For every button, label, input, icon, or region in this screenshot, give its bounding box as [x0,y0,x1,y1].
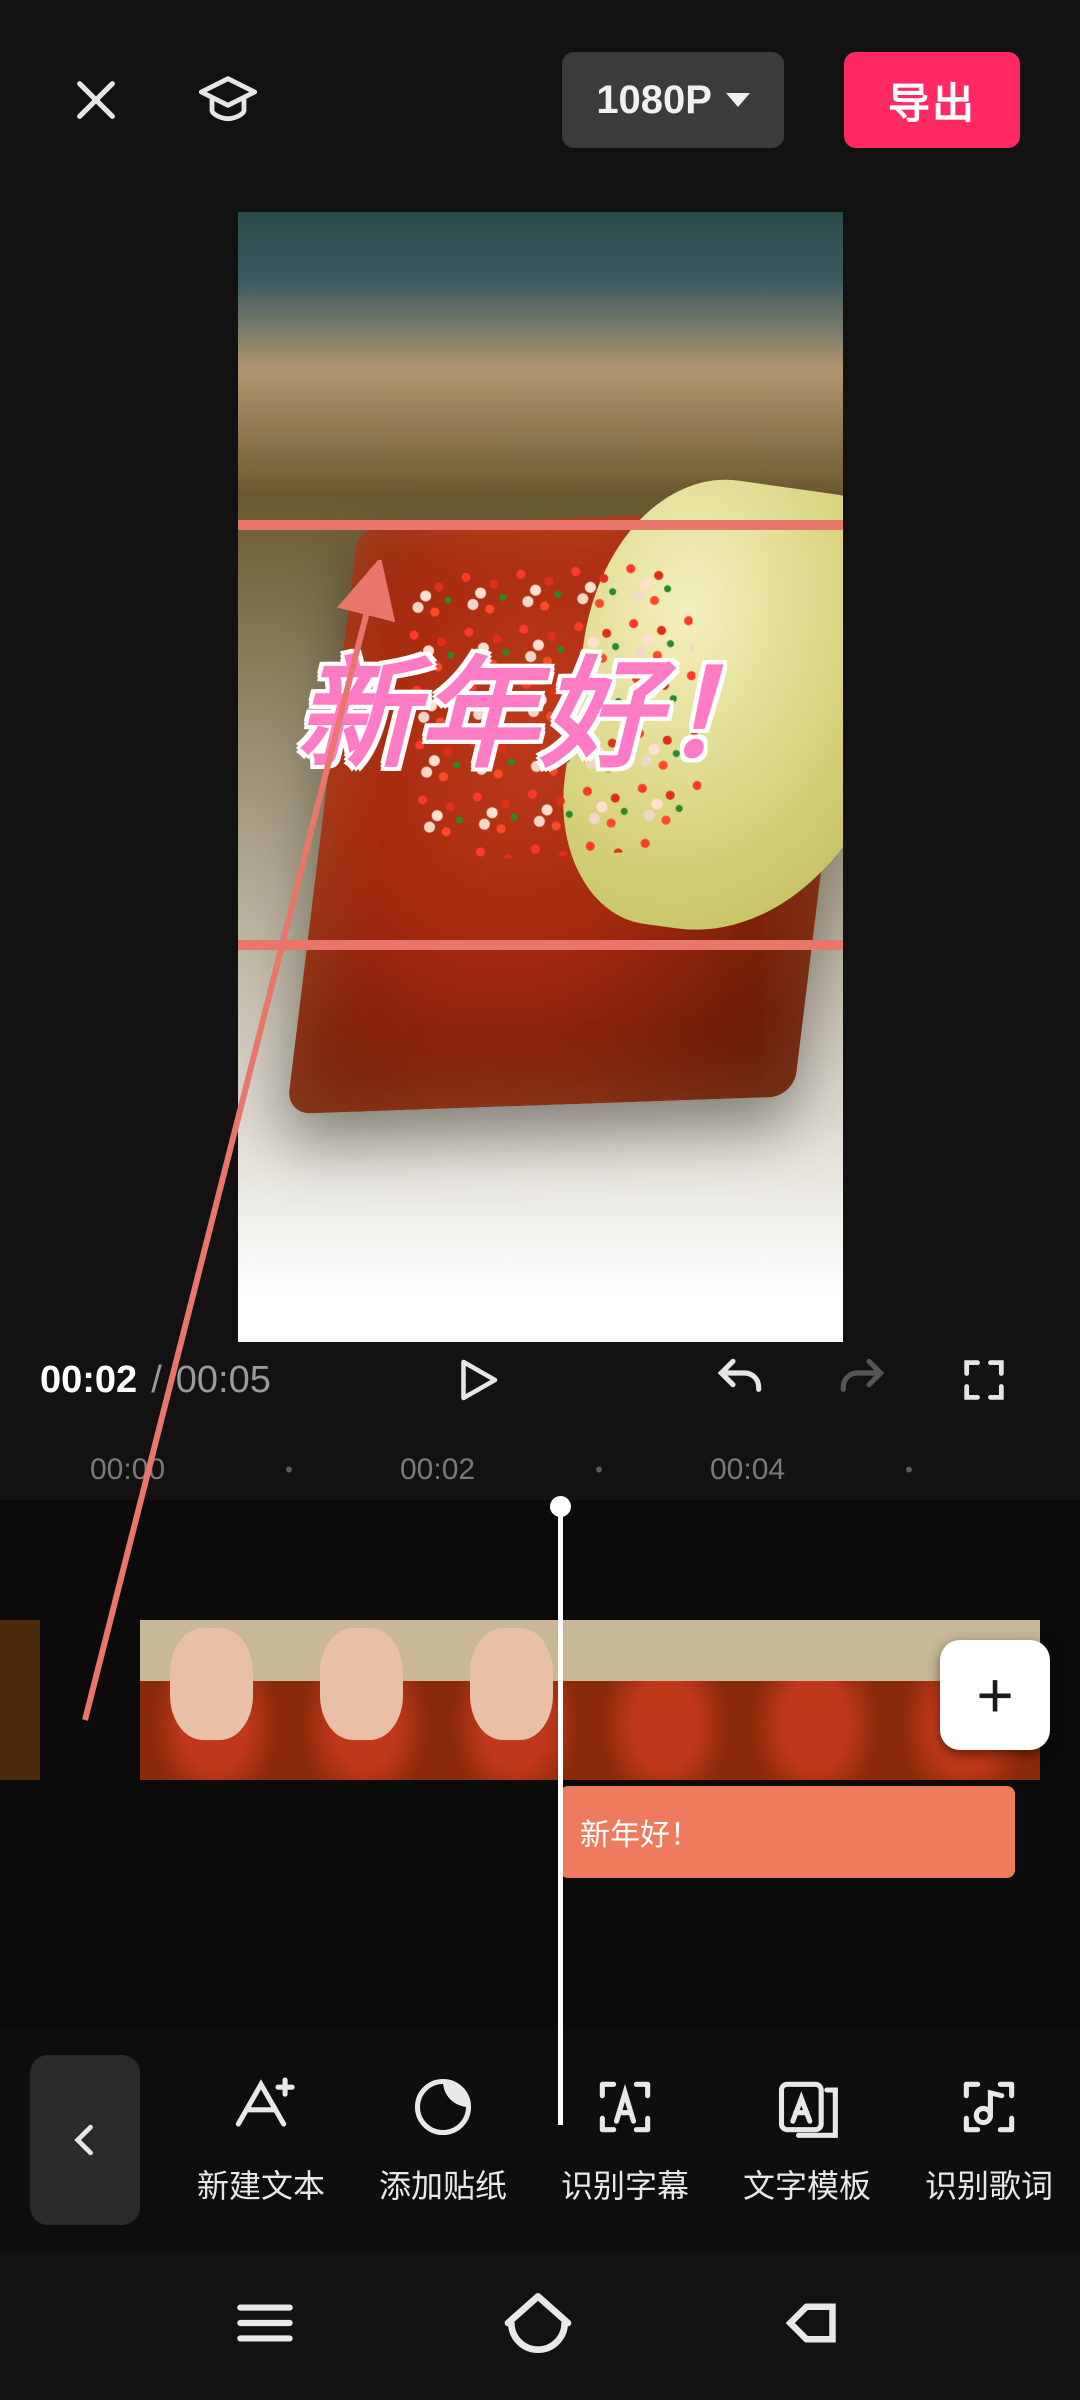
tool-label: 识别歌词 [925,2161,1053,2207]
fullscreen-button[interactable] [948,1344,1020,1416]
menu-icon [228,2286,302,2360]
timeline-ruler[interactable]: 00:00• 00:02• 00:04• [0,1445,1080,1495]
ruler-tick: 00:00 [90,1453,165,1487]
home-icon [498,2283,578,2363]
tool-lyrics[interactable]: 识别歌词 [898,2073,1080,2207]
overlay-text[interactable]: 新年好！ [296,617,784,791]
template-icon [773,2073,841,2141]
academy-button[interactable] [192,64,264,136]
export-button[interactable]: 导出 [844,52,1020,148]
clip-thumbnail[interactable] [0,1620,40,1780]
lyrics-icon [955,2073,1023,2141]
total-duration: 00:05 [176,1359,271,1402]
play-icon [450,1353,504,1407]
time-display: 00:02 / 00:05 [40,1359,271,1402]
resolution-label: 1080P [596,78,712,123]
chevron-left-icon [63,2118,107,2162]
new-text-icon [227,2073,295,2141]
resolution-selector[interactable]: 1080P [562,52,784,148]
clip-thumbnail[interactable] [290,1620,440,1780]
nav-menu-button[interactable] [228,2286,302,2365]
time-separator: / [151,1359,162,1402]
tool-new-text[interactable]: 新建文本 [170,2073,352,2207]
top-bar: 1080P 导出 [0,0,1080,200]
current-time: 00:02 [40,1359,137,1402]
clip-thumbnail[interactable] [590,1620,740,1780]
export-label: 导出 [888,70,976,131]
undo-icon [712,1352,768,1408]
ruler-tick: 00:04 [710,1453,785,1487]
chevron-down-icon [726,93,750,107]
nav-home-button[interactable] [498,2283,578,2368]
tool-label: 添加贴纸 [379,2161,507,2207]
subtitle-icon [591,2073,659,2141]
clip-thumbnail[interactable] [740,1620,890,1780]
graduation-cap-icon [196,68,260,132]
system-nav-bar [0,2250,1080,2400]
tool-sticker[interactable]: 添加贴纸 [352,2073,534,2207]
video-track[interactable] [0,1620,1040,1780]
redo-button[interactable] [826,1344,898,1416]
tool-label: 识别字幕 [561,2161,689,2207]
add-clip-button[interactable]: + [940,1640,1050,1750]
playhead[interactable] [558,1500,563,2125]
play-button[interactable] [441,1344,513,1416]
tool-text-template[interactable]: 文字模板 [716,2073,898,2207]
toolbar-back-button[interactable] [30,2055,140,2225]
back-icon [774,2284,852,2362]
clip-thumbnail[interactable] [140,1620,290,1780]
tool-label: 新建文本 [197,2161,325,2207]
redo-icon [834,1352,890,1408]
sticker-icon [409,2073,477,2141]
undo-button[interactable] [704,1344,776,1416]
text-track-clip[interactable]: 新年好！ [560,1786,1015,1878]
playback-bar: 00:02 / 00:05 [0,1320,1080,1440]
close-button[interactable] [60,64,132,136]
text-clip-label: 新年好！ [580,1810,700,1854]
nav-back-button[interactable] [774,2284,852,2367]
plus-icon: + [976,1658,1013,1732]
close-icon [68,72,124,128]
clip-thumbnail[interactable] [440,1620,590,1780]
ruler-tick: 00:02 [400,1453,475,1487]
fullscreen-icon [958,1354,1010,1406]
tool-label: 文字模板 [743,2161,871,2207]
video-preview[interactable]: 新年好！ [238,212,843,1342]
bottom-toolbar: 新建文本 添加贴纸 识别字幕 文字模板 识别歌词 [0,2030,1080,2250]
